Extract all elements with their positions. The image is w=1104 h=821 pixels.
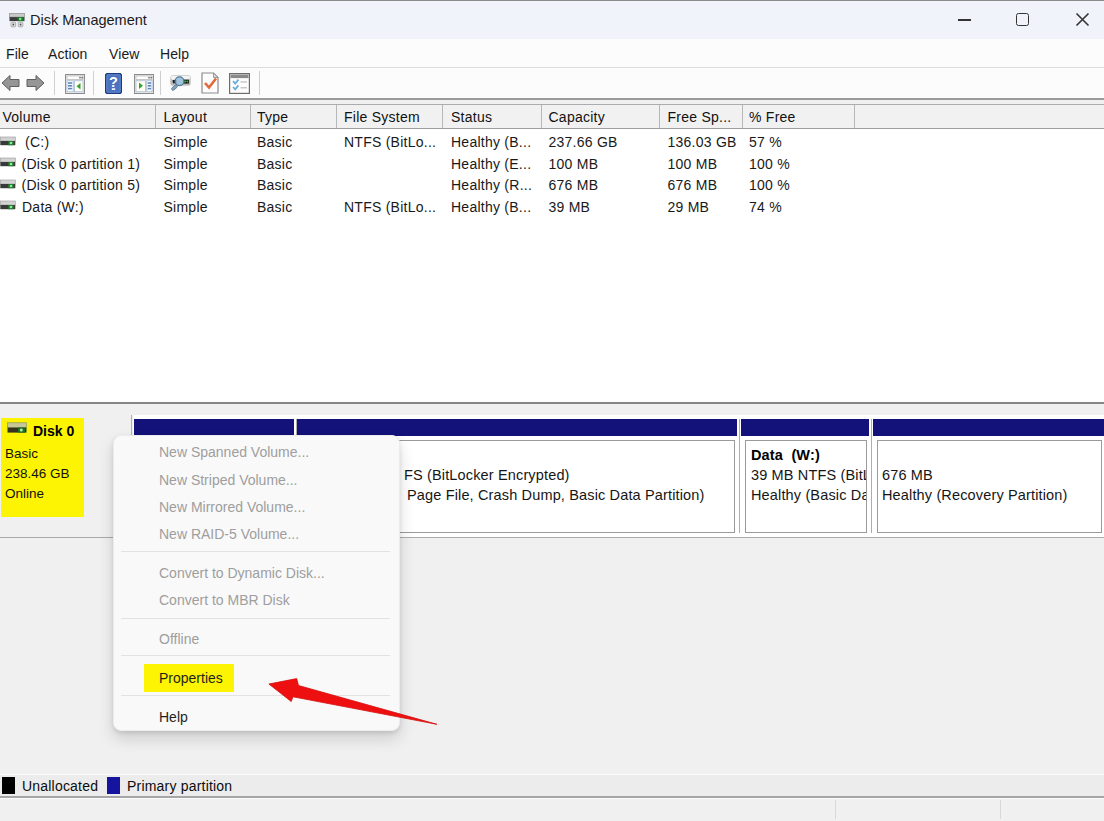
svg-text:?: ?: [109, 73, 118, 89]
